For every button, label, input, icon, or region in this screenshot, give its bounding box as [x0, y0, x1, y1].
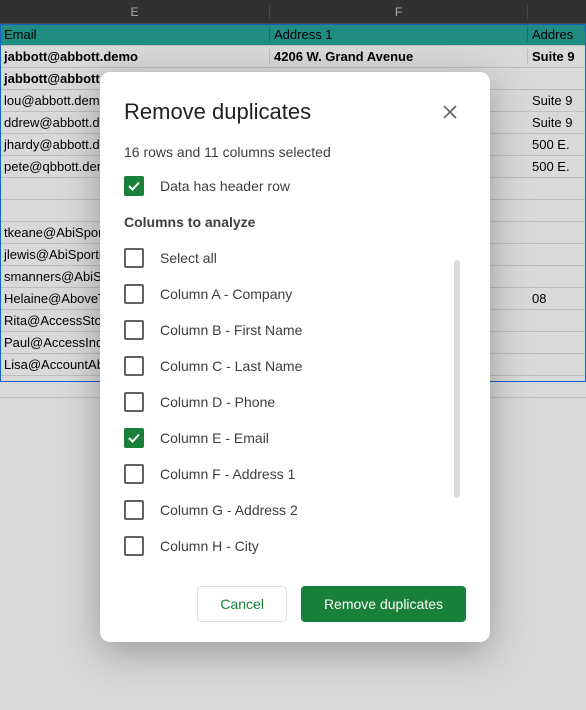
column-checkbox[interactable]: [124, 320, 144, 340]
column-label: Column B - First Name: [160, 322, 302, 338]
columns-section-label: Columns to analyze: [124, 214, 466, 230]
close-icon: [443, 105, 457, 119]
header-row-label: Data has header row: [160, 178, 290, 194]
close-button[interactable]: [434, 96, 466, 128]
remove-duplicates-button[interactable]: Remove duplicates: [301, 586, 466, 622]
column-label: Column E - Email: [160, 430, 269, 446]
column-checkbox[interactable]: [124, 356, 144, 376]
column-checkbox[interactable]: [124, 428, 144, 448]
column-label: Column G - Address 2: [160, 502, 298, 518]
column-checkbox[interactable]: [124, 284, 144, 304]
selection-info: 16 rows and 11 columns selected: [124, 144, 466, 160]
column-label: Column D - Phone: [160, 394, 275, 410]
header-row-checkbox[interactable]: [124, 176, 144, 196]
remove-duplicates-dialog: Remove duplicates 16 rows and 11 columns…: [100, 72, 490, 642]
column-checkbox[interactable]: [124, 500, 144, 520]
column-label: Column C - Last Name: [160, 358, 302, 374]
check-icon: [127, 179, 141, 193]
cancel-label: Cancel: [220, 596, 264, 612]
columns-scroll-area[interactable]: Select all Column A - Company Column B - …: [124, 242, 466, 566]
column-checkbox[interactable]: [124, 536, 144, 556]
column-checkbox[interactable]: [124, 392, 144, 412]
dialog-title: Remove duplicates: [124, 99, 311, 125]
confirm-label: Remove duplicates: [324, 596, 443, 612]
select-all-checkbox[interactable]: [124, 248, 144, 268]
select-all-label: Select all: [160, 250, 217, 266]
column-label: Column F - Address 1: [160, 466, 295, 482]
cancel-button[interactable]: Cancel: [197, 586, 287, 622]
check-icon: [127, 431, 141, 445]
column-checkbox[interactable]: [124, 464, 144, 484]
scrollbar[interactable]: [454, 260, 460, 498]
column-label: Column A - Company: [160, 286, 292, 302]
column-label: Column H - City: [160, 538, 259, 554]
